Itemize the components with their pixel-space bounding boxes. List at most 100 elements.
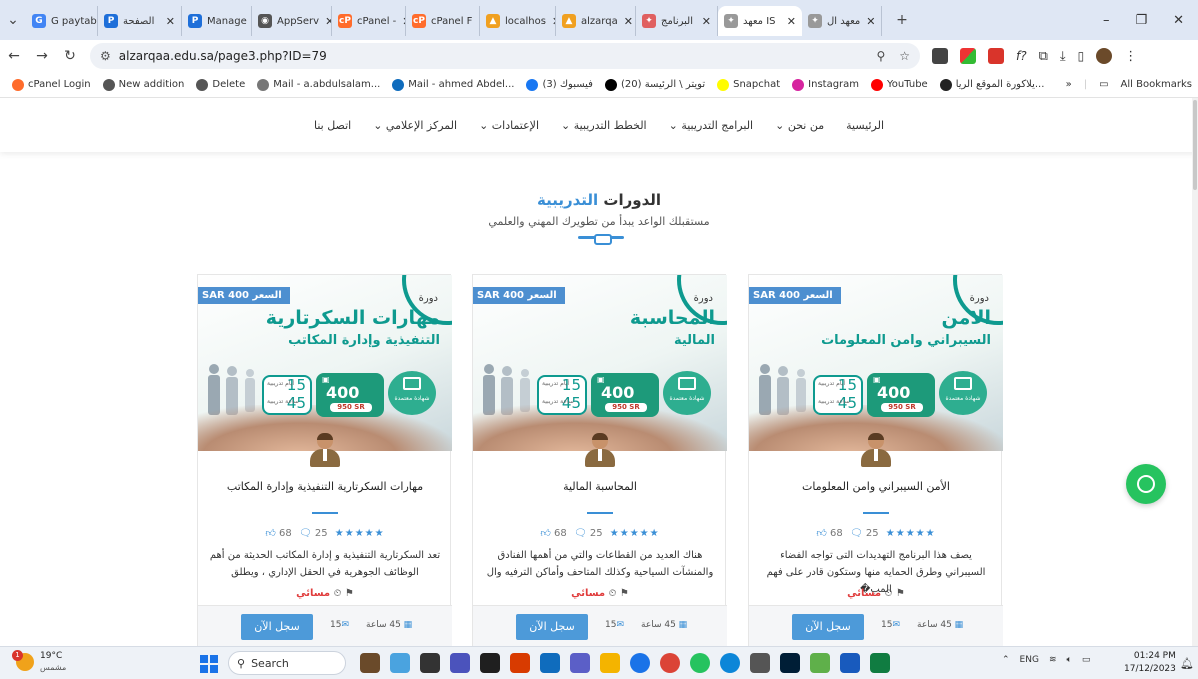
whatsapp-icon[interactable]: [690, 653, 710, 673]
forward-button[interactable]: →: [28, 48, 56, 64]
nav-media-center[interactable]: المركز الإعلامي ⌄: [373, 119, 457, 132]
calculator-icon[interactable]: [750, 653, 770, 673]
bookmark-item[interactable]: cPanel Login: [12, 78, 91, 91]
extensions-icon[interactable]: ⧉: [1039, 49, 1048, 64]
tray-overflow-icon[interactable]: ⌃: [1002, 655, 1010, 665]
folder-icon[interactable]: [600, 653, 620, 673]
bookmark-item[interactable]: (20) تويتر \ الرئيسة: [604, 78, 705, 91]
chrome-icon[interactable]: [660, 653, 680, 673]
back-button[interactable]: ←: [0, 48, 28, 64]
scrollbar[interactable]: [1192, 98, 1198, 646]
course-card[interactable]: السعر SAR 400 دورة المحاسبة المالية 15 أيام ت…: [472, 274, 727, 646]
browser-tab[interactable]: ▲ alzarqa ✕: [556, 6, 636, 36]
course-title[interactable]: الأمن السيبراني وامن المعلومات: [749, 480, 1003, 493]
language-indicator[interactable]: ENG: [1020, 655, 1039, 665]
course-banner-image[interactable]: السعر SAR 400 دورة الامن السيبراني وامن الم…: [749, 275, 1003, 451]
course-title[interactable]: المحاسبة المالية: [473, 480, 727, 493]
battery-icon[interactable]: ▭: [1082, 655, 1091, 665]
nav-accreditations[interactable]: الإعتمادات ⌄: [479, 119, 539, 132]
extension-icon[interactable]: [932, 48, 948, 64]
profile-avatar[interactable]: [1096, 48, 1113, 64]
close-tab-icon[interactable]: ✕: [696, 15, 711, 28]
bookmark-star-icon[interactable]: ☆: [899, 49, 910, 63]
volume-icon[interactable]: 🔈︎: [1067, 655, 1072, 665]
close-tab-icon[interactable]: ✕: [319, 15, 331, 28]
browser-tab[interactable]: ✦ معهد IS ✕: [718, 6, 802, 36]
nav-home[interactable]: الرئيسية: [846, 119, 884, 132]
reload-button[interactable]: ↻: [56, 48, 84, 64]
menu-icon[interactable]: ⋮: [1124, 49, 1137, 64]
word-icon[interactable]: [840, 653, 860, 673]
photoshop-icon[interactable]: [780, 653, 800, 673]
taskbar-search[interactable]: ⚲ Search: [228, 651, 346, 675]
extension-icon[interactable]: [960, 48, 976, 64]
photos-icon[interactable]: [810, 653, 830, 673]
nav-programs[interactable]: البرامج التدريبية ⌄: [669, 119, 753, 132]
nav-about[interactable]: من نحن ⌄: [775, 119, 824, 132]
browser-tab[interactable]: ✦ البرنامج ✕: [636, 6, 718, 36]
register-button[interactable]: سجل الآن: [516, 614, 588, 640]
close-tab-icon[interactable]: ✕: [860, 15, 875, 28]
media-icon[interactable]: [480, 653, 500, 673]
file-explorer-icon[interactable]: [420, 653, 440, 673]
wifi-icon[interactable]: ≋: [1049, 655, 1057, 665]
clock[interactable]: 01:24 PM 17/12/2023: [1124, 650, 1176, 676]
edge-icon[interactable]: [720, 653, 740, 673]
bookmark-item[interactable]: (3) فيسبوك: [526, 78, 593, 91]
chat-icon[interactable]: [450, 653, 470, 673]
nav-contact[interactable]: اتصل بنا: [314, 119, 351, 132]
course-banner-image[interactable]: السعر SAR 400 دورة مهارات السكرتارية التنفي…: [198, 275, 452, 451]
bookmark-item[interactable]: Snapchat: [717, 78, 780, 91]
site-info-icon[interactable]: ⚙: [100, 49, 111, 63]
browser-tab[interactable]: ✦ معهد ال ✕: [802, 6, 882, 36]
course-title[interactable]: مهارات السكرتارية التنفيذية وإدارة المكا…: [198, 480, 452, 493]
outlook-icon[interactable]: [540, 653, 560, 673]
windows-start-icon[interactable]: [200, 655, 218, 673]
formula-extension-icon[interactable]: f?: [1016, 49, 1027, 63]
close-tab-icon[interactable]: ✕: [396, 15, 405, 28]
nav-plans[interactable]: الخطط التدريبية ⌄: [561, 119, 647, 132]
bookmark-item[interactable]: Delete: [196, 78, 245, 91]
register-button[interactable]: سجل الآن: [792, 614, 864, 640]
browser-tab[interactable]: ▲localhos✕: [480, 6, 556, 36]
tab-search-icon[interactable]: ⌄: [0, 12, 26, 28]
bookmark-item[interactable]: Mail - a.abdulsalam...: [257, 78, 380, 91]
copilot-icon[interactable]: [390, 653, 410, 673]
close-tab-icon[interactable]: ✕: [160, 15, 175, 28]
bookmark-item[interactable]: New addition: [102, 78, 184, 91]
download-icon[interactable]: ⤓: [1060, 49, 1066, 64]
course-banner-image[interactable]: السعر SAR 400 دورة المحاسبة المالية 15 أيام ت…: [473, 275, 727, 451]
close-window-button[interactable]: ✕: [1173, 13, 1184, 28]
browser-tab[interactable]: GG paytabs✕: [26, 6, 98, 36]
browser-tab[interactable]: P الصفحة ✕: [98, 6, 182, 36]
browser-tab[interactable]: PManage✕: [182, 6, 252, 36]
people-app-icon[interactable]: [360, 653, 380, 673]
more-bookmarks-icon[interactable]: »: [1066, 79, 1072, 90]
screen-app-icon[interactable]: [510, 653, 530, 673]
close-tab-icon[interactable]: ✕: [618, 15, 633, 28]
course-card[interactable]: السعر SAR 400 دورة الامن السيبراني وامن الم…: [748, 274, 1003, 646]
close-tab-icon[interactable]: ✕: [546, 15, 555, 28]
zoom-icon[interactable]: ⚲: [876, 49, 885, 63]
new-tab-button[interactable]: +: [888, 12, 916, 28]
browser-icon[interactable]: [630, 653, 650, 673]
pdf-extension-icon[interactable]: [988, 48, 1004, 64]
bookmark-item[interactable]: YouTube: [871, 78, 928, 91]
browser-tab[interactable]: cPcPanel F✕: [406, 6, 480, 36]
teams-icon[interactable]: [570, 653, 590, 673]
weather-widget[interactable]: 1 19°C مشمس: [12, 650, 66, 673]
course-card[interactable]: السعر SAR 400 دورة مهارات السكرتارية التنفي…: [197, 274, 452, 646]
minimize-button[interactable]: –: [1103, 13, 1110, 28]
close-tab-icon[interactable]: ✕: [781, 15, 796, 28]
bookmark-item[interactable]: Instagram: [792, 78, 859, 91]
close-tab-icon[interactable]: ✕: [472, 15, 479, 28]
whatsapp-button[interactable]: [1126, 464, 1166, 504]
register-button[interactable]: سجل الآن: [241, 614, 313, 640]
url-field[interactable]: ⚙ alzarqaa.edu.sa/page3.php?ID=79 ⚲ ☆: [90, 43, 920, 69]
sidebar-icon[interactable]: ▯: [1078, 49, 1085, 63]
bookmark-item[interactable]: يلاكورة الموقع الريا...: [939, 78, 1044, 91]
bookmark-item[interactable]: Mail - ahmed Abdel...: [392, 78, 514, 91]
browser-tab[interactable]: ◉AppServ✕: [252, 6, 332, 36]
browser-tab[interactable]: cPcPanel -✕: [332, 6, 406, 36]
notification-icon[interactable]: 🔔︎: [1180, 657, 1194, 670]
